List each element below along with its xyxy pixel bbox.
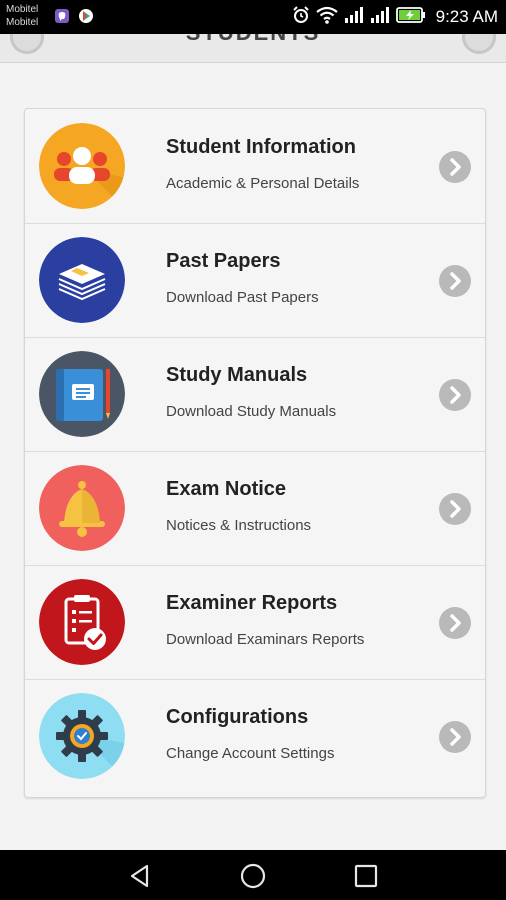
alarm-icon (292, 5, 310, 29)
menu-item-study-manuals[interactable]: Study Manuals Download Study Manuals (25, 337, 485, 452)
chevron-right-icon (439, 151, 471, 183)
recents-icon[interactable] (352, 862, 380, 890)
report-checklist-icon (39, 579, 125, 665)
notebook-icon (39, 351, 125, 437)
students-group-icon (39, 123, 125, 209)
menu-item-past-papers[interactable]: Past Papers Download Past Papers (25, 223, 485, 338)
navigation-bar (0, 850, 506, 900)
chevron-right-icon (439, 379, 471, 411)
clock: 9:23 AM (435, 7, 498, 26)
item-title: Past Papers (166, 250, 281, 272)
item-subtitle: Academic & Personal Details (166, 175, 360, 192)
chevron-right-icon (439, 721, 471, 753)
item-title: Configurations (166, 706, 309, 728)
carrier-label: Mobitel (6, 17, 39, 28)
menu-item-student-information[interactable]: Student Information Academic & Personal … (25, 109, 485, 224)
page-title: STUDENTS (0, 34, 506, 46)
app-header: STUDENTS (0, 34, 506, 63)
chevron-right-icon (439, 607, 471, 639)
settings-gear-icon (39, 693, 125, 779)
menu-item-configurations[interactable]: Configurations Change Account Settings (25, 679, 485, 793)
refresh-button[interactable] (462, 34, 496, 54)
signal-icon (370, 6, 390, 29)
paper-stack-icon (39, 237, 125, 323)
item-subtitle: Download Past Papers (166, 289, 319, 306)
item-title: Study Manuals (166, 364, 308, 386)
signal-icon (344, 6, 364, 29)
menu-item-examiner-reports[interactable]: Examiner Reports Download Examinars Repo… (25, 565, 485, 680)
item-title: Exam Notice (166, 478, 287, 500)
menu-card: Student Information Academic & Personal … (24, 108, 486, 798)
item-title: Student Information (166, 136, 356, 158)
item-subtitle: Download Examinars Reports (166, 631, 365, 648)
home-icon[interactable] (239, 862, 267, 890)
chevron-right-icon (439, 493, 471, 525)
wifi-icon (315, 6, 338, 29)
item-subtitle: Download Study Manuals (166, 403, 337, 420)
status-bar: Mobitel Mobitel 9:23 AM (0, 0, 506, 34)
menu-item-exam-notice[interactable]: Exam Notice Notices & Instructions (25, 451, 485, 566)
item-title: Examiner Reports (166, 592, 338, 614)
item-subtitle: Notices & Instructions (166, 517, 312, 534)
play-store-icon (78, 8, 94, 24)
back-icon[interactable] (126, 862, 154, 890)
carrier-label: Mobitel (6, 4, 39, 15)
bell-icon (39, 465, 125, 551)
item-subtitle: Change Account Settings (166, 745, 335, 762)
viber-icon (54, 8, 70, 24)
battery-charging-icon (395, 6, 426, 29)
chevron-right-icon (439, 265, 471, 297)
